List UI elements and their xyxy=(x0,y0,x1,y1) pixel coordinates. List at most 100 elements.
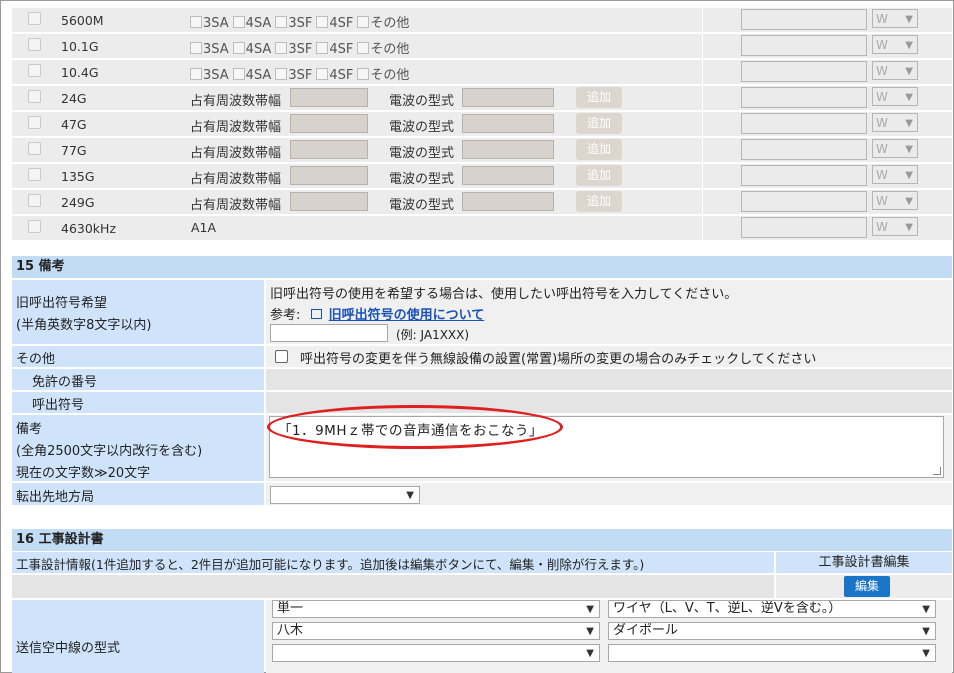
old-call-usage-link[interactable]: 旧呼出符号の使用について xyxy=(329,308,485,323)
chevron-down-icon: ▼ xyxy=(905,14,913,25)
band-frequency: 10.4G xyxy=(61,65,99,80)
old-call-input[interactable] xyxy=(270,324,388,342)
other-value-cell: 呼出符号の変更を伴う無線設備の設置(常置)場所の変更の場合のみチェックしてくださ… xyxy=(266,346,952,367)
power-unit-select[interactable]: W ▼ xyxy=(872,87,918,106)
emission-type-input[interactable] xyxy=(462,140,554,159)
external-link-icon xyxy=(310,309,322,319)
option-checkbox[interactable] xyxy=(357,42,370,54)
emission-type-input[interactable] xyxy=(462,88,554,107)
power-input[interactable] xyxy=(741,35,867,56)
power-unit-select[interactable]: W ▼ xyxy=(872,139,918,158)
emission-type-input[interactable] xyxy=(462,192,554,211)
power-unit-select[interactable]: W ▼ xyxy=(872,191,918,210)
option-label: その他 xyxy=(370,42,410,57)
license-number-label: 免許の番号 xyxy=(32,375,98,390)
band-select-checkbox[interactable] xyxy=(28,220,41,233)
bandwidth-input[interactable] xyxy=(290,88,368,107)
band-row: 10.1G 3SA 4SA 3SF 4SF その他 W ▼ xyxy=(12,34,952,60)
band-row: 249G 占有周波数帯幅 電波の型式 追加 W ▼ xyxy=(12,190,952,216)
option-checkbox[interactable] xyxy=(275,16,288,28)
band-select-checkbox[interactable] xyxy=(28,90,41,103)
band-select-checkbox[interactable] xyxy=(28,142,41,155)
bandwidth-input[interactable] xyxy=(290,114,368,133)
option-checkbox[interactable] xyxy=(232,16,245,28)
band-select-checkbox[interactable] xyxy=(28,194,41,207)
old-call-value-cell: 旧呼出符号の使用を希望する場合は、使用したい呼出符号を入力してください。 参考:… xyxy=(266,280,952,344)
power-input[interactable] xyxy=(741,9,867,30)
antenna-subtype-select-3[interactable]: ▼ xyxy=(608,644,936,662)
band-select-checkbox[interactable] xyxy=(28,168,41,181)
bureau-select[interactable]: ▼ xyxy=(270,486,420,504)
option-checkbox[interactable] xyxy=(275,42,288,54)
band-select-checkbox[interactable] xyxy=(28,38,41,51)
option-checkbox[interactable] xyxy=(232,68,245,80)
design-edit-cell: 編集 xyxy=(776,575,952,598)
bandwidth-input[interactable] xyxy=(290,140,368,159)
add-button[interactable]: 追加 xyxy=(576,165,622,186)
section-15-header: 15 備考 xyxy=(12,256,952,278)
power-unit-select[interactable]: W ▼ xyxy=(872,9,918,28)
antenna-type-select-1[interactable]: 単一 ▼ xyxy=(272,600,600,618)
power-unit-select[interactable]: W ▼ xyxy=(872,35,918,54)
power-input[interactable] xyxy=(741,61,867,82)
emission-type-label: 電波の型式 xyxy=(389,172,455,187)
chevron-down-icon: ▼ xyxy=(905,222,913,233)
antenna-subtype-select-2[interactable]: ダイポール ▼ xyxy=(608,622,936,640)
add-button[interactable]: 追加 xyxy=(576,113,622,134)
option-checkbox[interactable] xyxy=(357,16,370,28)
option-checkbox[interactable] xyxy=(316,68,329,80)
band-frequency: 249G xyxy=(61,195,95,210)
option-checkbox[interactable] xyxy=(190,42,202,54)
antenna-subtype-select-1[interactable]: ワイヤ（L、V、T、逆L、逆Vを含む。） ▼ xyxy=(608,600,936,618)
option-checkbox[interactable] xyxy=(316,42,329,54)
add-button[interactable]: 追加 xyxy=(576,139,622,160)
power-input[interactable] xyxy=(741,87,867,108)
band-select-checkbox[interactable] xyxy=(28,12,41,25)
option-checkbox[interactable] xyxy=(190,68,202,80)
antenna-label-cell: 送信空中線の型式 xyxy=(12,600,264,673)
option-checkbox[interactable] xyxy=(357,68,370,80)
band-row: 135G 占有周波数帯幅 電波の型式 追加 W ▼ xyxy=(12,164,952,190)
remarks-char-count: 現在の文字数≫20文字 xyxy=(16,466,151,481)
chevron-down-icon: ▼ xyxy=(905,196,913,207)
antenna-type-select-2[interactable]: 八木 ▼ xyxy=(272,622,600,640)
power-input[interactable] xyxy=(741,113,867,134)
power-input[interactable] xyxy=(741,165,867,186)
column-divider xyxy=(702,86,703,110)
band-frequency: 135G xyxy=(61,169,95,184)
emission-type-input[interactable] xyxy=(462,166,554,185)
option-label: その他 xyxy=(370,68,410,83)
band-row: 10.4G 3SA 4SA 3SF 4SF その他 W ▼ xyxy=(12,60,952,86)
relocation-checkbox[interactable] xyxy=(275,350,288,363)
power-input[interactable] xyxy=(741,139,867,160)
band-select-checkbox[interactable] xyxy=(28,116,41,129)
edit-button[interactable]: 編集 xyxy=(844,576,890,597)
option-checkbox[interactable] xyxy=(232,42,245,54)
power-unit-select[interactable]: W ▼ xyxy=(872,113,918,132)
option-checkbox[interactable] xyxy=(316,16,329,28)
design-edit-header: 工事設計書編集 xyxy=(776,552,952,573)
power-input[interactable] xyxy=(741,217,867,238)
bandwidth-label: 占有周波数帯幅 xyxy=(190,120,282,135)
band-row: 24G 占有周波数帯幅 電波の型式 追加 W ▼ xyxy=(12,86,952,112)
antenna-type-select-3[interactable]: ▼ xyxy=(272,644,600,662)
power-unit-select[interactable]: W ▼ xyxy=(872,61,918,80)
emission-type-label: 電波の型式 xyxy=(389,94,455,109)
add-button[interactable]: 追加 xyxy=(576,191,622,212)
resize-handle-icon[interactable] xyxy=(933,467,941,475)
add-button[interactable]: 追加 xyxy=(576,87,622,108)
power-unit-select[interactable]: W ▼ xyxy=(872,165,918,184)
option-checkbox[interactable] xyxy=(190,16,202,28)
power-unit-select[interactable]: W ▼ xyxy=(872,217,918,236)
option-checkbox[interactable] xyxy=(275,68,288,80)
bandwidth-input[interactable] xyxy=(290,166,368,185)
chevron-down-icon: ▼ xyxy=(586,626,594,637)
option-label: 4SA xyxy=(245,68,272,83)
band-frequency: 4630kHz xyxy=(61,221,117,236)
power-input[interactable] xyxy=(741,191,867,212)
design-info-text: 工事設計情報(1件追加すると、2件目が追加可能になります。追加後は編集ボタンにて… xyxy=(16,557,645,572)
band-select-checkbox[interactable] xyxy=(28,64,41,77)
bandwidth-input[interactable] xyxy=(290,192,368,211)
band-row: 47G 占有周波数帯幅 電波の型式 追加 W ▼ xyxy=(12,112,952,138)
emission-type-input[interactable] xyxy=(462,114,554,133)
